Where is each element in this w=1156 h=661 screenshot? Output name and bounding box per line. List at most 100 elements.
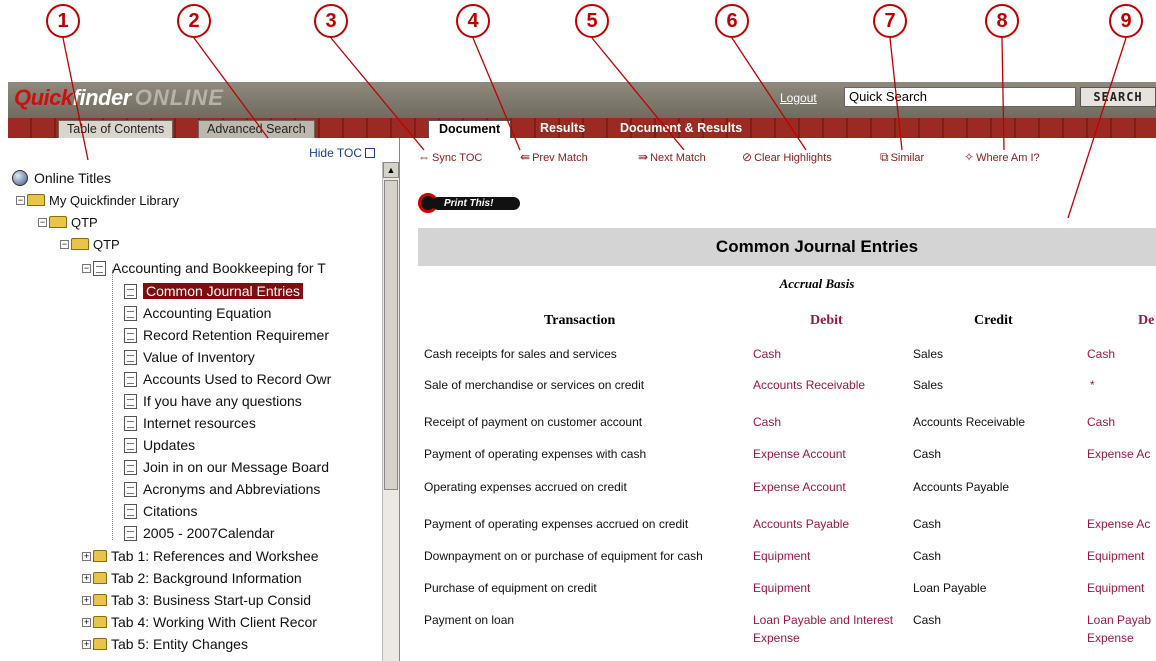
toc-item[interactable]: Record Retention Requiremer	[124, 325, 329, 345]
debit-cell[interactable]: Accounts Payable	[753, 516, 849, 532]
tree-node-library[interactable]: − My Quickfinder Library	[16, 190, 179, 210]
toc-item[interactable]: Updates	[124, 435, 195, 455]
debit-cell[interactable]: Expense Account	[753, 479, 846, 495]
prev-match-button[interactable]: ⇚ Prev Match	[520, 150, 588, 164]
collapse-icon[interactable]: −	[38, 217, 47, 227]
transaction-cell: Payment of operating expenses with cash	[424, 447, 647, 461]
next-match-button[interactable]: ⇛ Next Match	[638, 150, 706, 164]
tab-document[interactable]: Document	[428, 120, 512, 138]
tab-advanced-search[interactable]: Advanced Search	[198, 120, 315, 138]
folder-open-icon	[27, 194, 45, 206]
expand-icon[interactable]: +	[82, 595, 91, 605]
debit2-cell[interactable]: Expense Ac	[1087, 446, 1150, 462]
column-header-debit-2: De	[1138, 313, 1155, 328]
expand-icon[interactable]: +	[82, 573, 91, 583]
document-icon	[124, 437, 137, 453]
debit-cell[interactable]: Accounts Receivable	[753, 377, 865, 393]
copy-pages-icon: ⧉	[880, 150, 889, 164]
collapse-icon[interactable]: −	[82, 263, 91, 273]
debit-cell[interactable]: Expense Account	[753, 446, 846, 462]
scroll-thumb[interactable]	[384, 180, 398, 490]
credit-cell: Sales	[913, 347, 944, 361]
transaction-cell: Payment on loan	[424, 613, 515, 627]
tab-document-results[interactable]: Document & Results	[610, 120, 752, 138]
debit2-cell[interactable]: Cash	[1087, 346, 1115, 362]
search-button[interactable]: SEARCH	[1080, 87, 1156, 107]
document-icon	[124, 327, 137, 343]
clear-highlights-button[interactable]: ⊘ Clear Highlights	[742, 150, 832, 164]
no-sign-icon: ⊘	[742, 150, 753, 164]
folder-icon	[93, 594, 107, 606]
toc-item[interactable]: Acronyms and Abbreviations	[124, 479, 320, 499]
transaction-cell: Downpayment on or purchase of equipment …	[424, 549, 703, 563]
callout-1: 1	[46, 4, 80, 38]
debit2-cell[interactable]: Equipment	[1087, 580, 1144, 596]
callout-7: 7	[873, 4, 907, 38]
toc-item[interactable]: Common Journal Entries	[124, 281, 304, 301]
quickfinder-logo: Quickfinder ONLINE	[14, 85, 224, 110]
expand-icon[interactable]: +	[82, 639, 91, 649]
toc-tab[interactable]: + Tab 3: Business Start-up Consid	[82, 590, 311, 610]
document-subtitle: Accrual Basis	[779, 276, 855, 291]
quick-search-input[interactable]: Quick Search	[844, 87, 1076, 107]
debit-cell-line2[interactable]: Expense	[753, 630, 800, 646]
toc-tab[interactable]: + Tab 5: Entity Changes	[82, 634, 248, 654]
callout-4: 4	[456, 4, 490, 38]
debit2-cell[interactable]: Expense Ac	[1087, 516, 1150, 532]
debit-cell[interactable]: Equipment	[753, 580, 810, 596]
tab-results[interactable]: Results	[530, 120, 595, 138]
tree-node-qtp[interactable]: − QTP	[38, 212, 98, 232]
credit-cell: Sales	[913, 378, 944, 392]
tree-node-accounting[interactable]: − Accounting and Bookkeeping for T	[82, 258, 326, 278]
debit-cell[interactable]: Cash	[753, 346, 781, 362]
toc-item[interactable]: 2005 - 2007Calendar	[124, 523, 275, 543]
toc-tab[interactable]: + Tab 2: Background Information	[82, 568, 302, 588]
collapse-icon[interactable]: −	[60, 239, 69, 249]
debit2-cell: *	[1090, 378, 1095, 392]
toc-item[interactable]: Join in on our Message Board	[124, 457, 329, 477]
print-this-button[interactable]: Print This!	[418, 193, 520, 213]
callout-8: 8	[985, 4, 1019, 38]
transaction-cell: Sale of merchandise or services on credi…	[424, 378, 645, 392]
debit-cell[interactable]: Equipment	[753, 548, 810, 564]
toc-item[interactable]: Value of Inventory	[124, 347, 255, 367]
debit2-cell-line2[interactable]: Expense	[1087, 630, 1134, 646]
collapse-icon[interactable]: −	[16, 195, 25, 205]
debit2-cell[interactable]: Equipment	[1087, 548, 1144, 564]
scroll-up-arrow-icon[interactable]: ▲	[383, 162, 399, 178]
tree-node-online-titles[interactable]: Online Titles	[12, 168, 111, 188]
hide-toc-button[interactable]: Hide TOC	[309, 146, 375, 160]
credit-cell: Cash	[913, 613, 942, 627]
expand-icon[interactable]: +	[82, 551, 91, 561]
toc-item[interactable]: Internet resources	[124, 413, 256, 433]
prev-match-icon: ⇚	[520, 150, 531, 164]
toc-tab[interactable]: + Tab 1: References and Workshee	[82, 546, 319, 566]
next-match-icon: ⇛	[638, 150, 649, 164]
toc-item[interactable]: Citations	[124, 501, 197, 521]
debit2-cell[interactable]: Loan Payab	[1087, 612, 1151, 628]
transaction-cell: Payment of operating expenses accrued on…	[424, 517, 689, 531]
document-icon	[124, 525, 137, 541]
transaction-cell: Cash receipts for sales and services	[424, 347, 617, 361]
toc-item[interactable]: Accounts Used to Record Owr	[124, 369, 331, 389]
logout-link[interactable]: Logout	[780, 91, 817, 105]
similar-button[interactable]: ⧉ Similar	[880, 150, 924, 165]
sync-toc-button[interactable]: ⇔ Sync TOC	[418, 150, 482, 164]
close-box-icon	[365, 148, 375, 158]
debit-cell[interactable]: Cash	[753, 414, 781, 430]
toc-tab[interactable]: + Tab 4: Working With Client Recor	[82, 612, 317, 632]
toc-item[interactable]: If you have any questions	[124, 391, 302, 411]
debit2-cell[interactable]: Cash	[1087, 414, 1115, 430]
where-am-i-button[interactable]: ✧ Where Am I?	[964, 150, 1040, 164]
toc-item[interactable]: Accounting Equation	[124, 303, 271, 323]
credit-cell: Accounts Receivable	[913, 415, 1026, 429]
expand-icon[interactable]: +	[82, 617, 91, 627]
transaction-cell: Operating expenses accrued on credit	[424, 480, 627, 494]
app-header: Quickfinder ONLINE Logout Quick Search SE…	[8, 82, 1156, 118]
tab-table-of-contents[interactable]: Table of Contents	[58, 120, 174, 138]
toc-scrollbar[interactable]: ▲	[382, 162, 399, 661]
credit-cell: Cash	[913, 447, 942, 461]
tree-node-qtp-sub[interactable]: − QTP	[60, 234, 120, 254]
folder-icon	[93, 572, 107, 584]
debit-cell[interactable]: Loan Payable and Interest	[753, 612, 893, 628]
